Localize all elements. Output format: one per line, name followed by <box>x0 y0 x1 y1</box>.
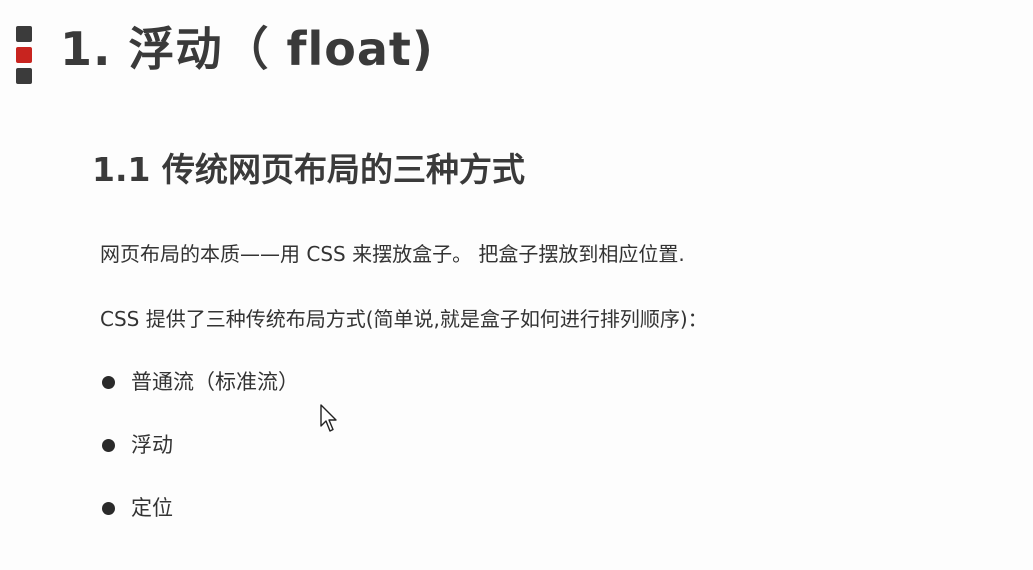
list-item-label: 浮动 <box>131 433 173 457</box>
marker-square-bottom <box>16 68 32 84</box>
bullet-dot-icon <box>102 439 115 452</box>
list-item-label: 定位 <box>131 496 173 520</box>
bullet-dot-icon <box>102 376 115 389</box>
paragraph-three-ways: CSS 提供了三种传统布局方式(简单说,就是盒子如何进行排列顺序)： <box>100 307 708 331</box>
mouse-pointer-icon <box>320 404 337 432</box>
title-marker-icon <box>16 26 34 84</box>
bullet-dot-icon <box>102 502 115 515</box>
section-heading: 1.1 传统网页布局的三种方式 <box>92 150 525 189</box>
marker-square-top <box>16 26 32 42</box>
list-item-label: 普通流（标准流） <box>131 370 299 394</box>
slide: 1. 浮动（ float) 1.1 传统网页布局的三种方式 网页布局的本质——用… <box>0 0 1033 570</box>
slide-title: 1. 浮动（ float) <box>60 22 434 76</box>
marker-square-middle <box>16 47 32 63</box>
paragraph-essence: 网页布局的本质——用 CSS 来摆放盒子。 把盒子摆放到相应位置. <box>100 242 685 266</box>
